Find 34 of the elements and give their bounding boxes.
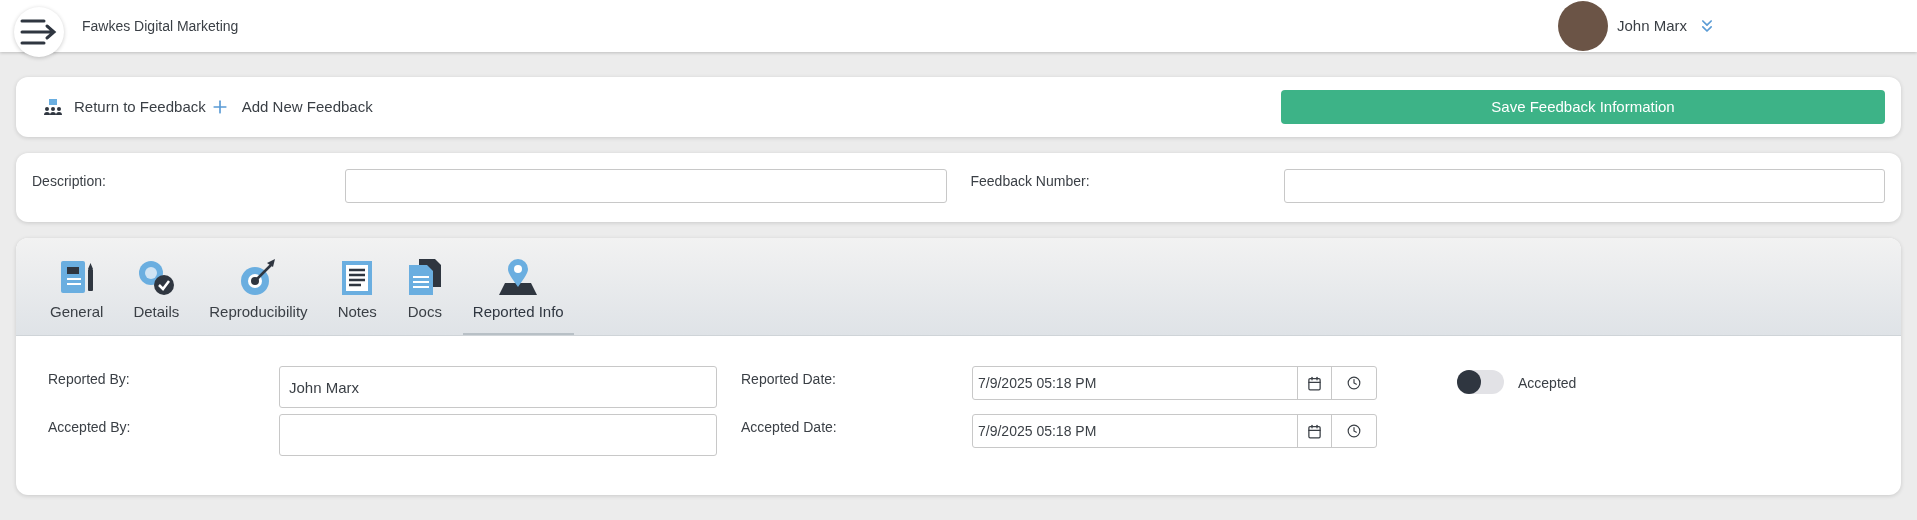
tab[interactable]: General <box>40 256 114 335</box>
field-label: Accepted Date: <box>741 418 838 437</box>
datetime-field[interactable]: 7/9/2025 05:18 PM <box>972 414 1377 448</box>
field-label: Description: <box>32 172 107 191</box>
menu-button[interactable] <box>14 7 64 57</box>
tab[interactable]: Details <box>123 256 190 335</box>
add-link[interactable]: Add New Feedback <box>209 95 373 119</box>
org-chart-icon <box>44 98 62 116</box>
company-name: Fawkes Digital Marketing <box>82 16 239 36</box>
datetime-field[interactable]: 7/9/2025 05:18 PM <box>972 366 1377 400</box>
text-input[interactable] <box>345 169 947 203</box>
toggle-label: Accepted <box>1518 374 1577 393</box>
field-label: Reported By: <box>48 370 131 389</box>
tab[interactable]: Reported Info <box>462 256 574 335</box>
field-label: Feedback Number: <box>970 172 1091 191</box>
clock-icon <box>1347 424 1361 438</box>
calendar-icon <box>1307 375 1322 391</box>
user-name[interactable]: John Marx <box>1616 14 1687 38</box>
menu-icon <box>19 18 59 46</box>
text-input[interactable]: John Marx <box>279 366 717 408</box>
tab[interactable]: Notes <box>327 256 387 335</box>
field-label: Reported Date: <box>741 370 837 389</box>
calendar-icon <box>1307 423 1322 439</box>
text-input[interactable] <box>279 414 717 456</box>
avatar-placeholder <box>1557 1 1608 51</box>
text-input[interactable] <box>1283 169 1885 203</box>
documents-icon <box>406 256 443 297</box>
tab[interactable]: Reproducibility <box>199 256 318 335</box>
clock-icon <box>1347 376 1361 390</box>
return-link[interactable]: Return to Feedback <box>44 95 206 119</box>
toggle-switch[interactable] <box>1457 370 1504 394</box>
tab[interactable]: Docs <box>396 256 453 335</box>
map-pin-icon <box>497 256 540 297</box>
field-label: Accepted By: <box>48 418 132 437</box>
